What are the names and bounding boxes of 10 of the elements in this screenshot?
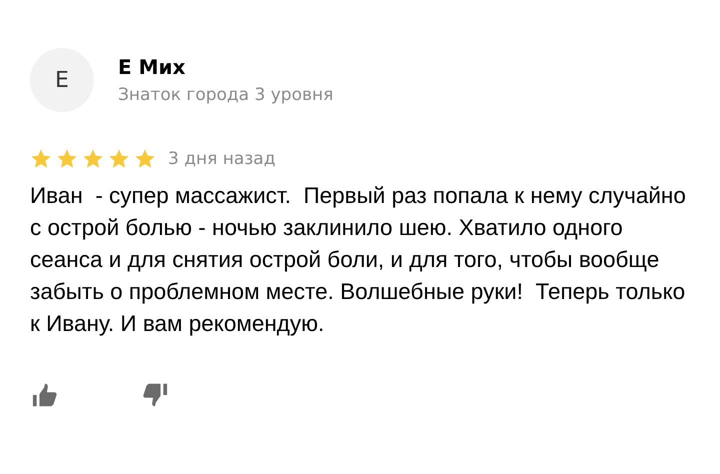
review-text: Иван - супер массажист. Первый раз попала к нему случайно с острой болью - ночью заклинило шею. Хватило одного сеанса и для снятия острой боли, и для того, чтобы вообще забыть о проблемном месте. Волшебные руки! Теперь только к Ивану. И вам рекомендую.: [30, 182, 687, 338]
star-icon: [108, 148, 130, 170]
author-name: Е Мих: [118, 55, 186, 79]
avatar: Е: [30, 48, 94, 112]
star-icon: [56, 148, 78, 170]
star-icon: [30, 148, 52, 170]
star-icon: [82, 148, 104, 170]
author-status: Знаток города 3 уровня: [118, 85, 334, 105]
review-date: 3 дня назад: [168, 149, 276, 169]
star-icon: [134, 148, 156, 170]
